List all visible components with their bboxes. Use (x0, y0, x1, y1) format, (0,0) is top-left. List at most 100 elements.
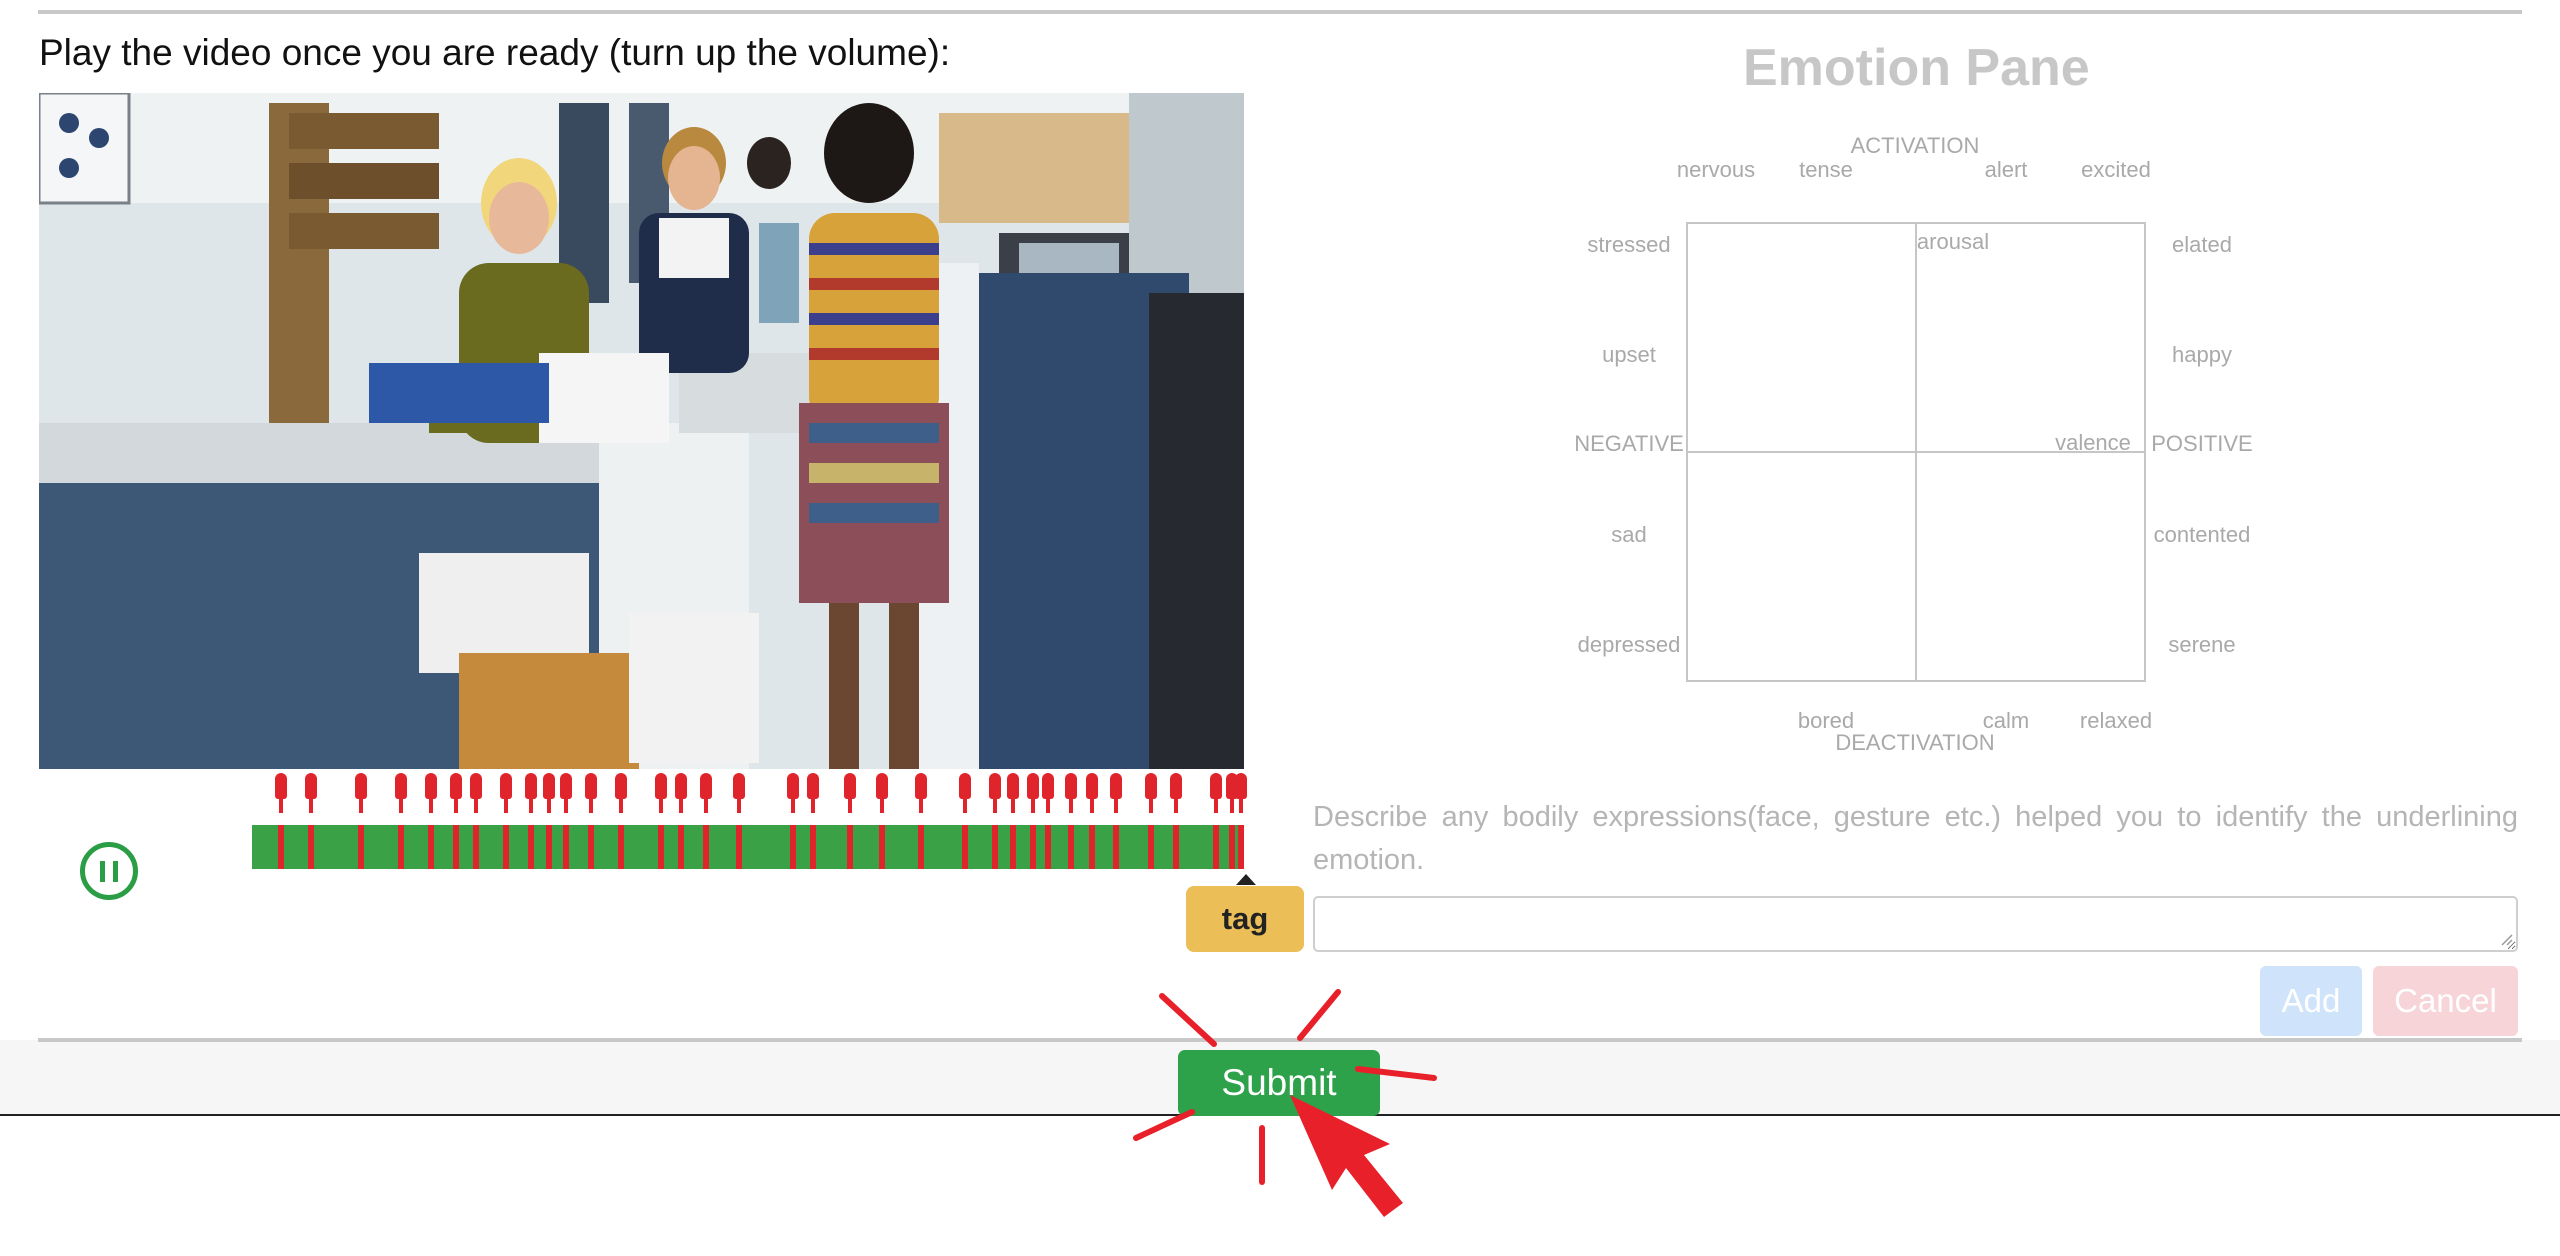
tag-marker[interactable] (1226, 773, 1238, 869)
tag-marker-tip (504, 799, 508, 813)
tag-marker-tip (811, 799, 815, 813)
emotion-bored[interactable]: bored (1798, 708, 1854, 734)
tag-marker-stem (992, 825, 998, 869)
tag-marker[interactable] (1210, 773, 1222, 869)
tag-marker-stem (810, 825, 816, 869)
tag-marker-pin (525, 773, 537, 799)
tag-marker[interactable] (500, 773, 512, 869)
axis-label-positive: POSITIVE (2151, 431, 2253, 456)
tag-marker-tip (619, 799, 623, 813)
tag-marker-pin (807, 773, 819, 799)
tag-marker-tip (1114, 799, 1118, 813)
emotion-stressed[interactable]: stressed (1587, 232, 1670, 258)
instruction-text: Play the video once you are ready (turn … (39, 32, 951, 73)
tag-marker-pin (1210, 773, 1222, 799)
tag-marker[interactable] (844, 773, 856, 869)
tag-marker-stem (1148, 825, 1154, 869)
tag-marker[interactable] (560, 773, 572, 869)
tag-marker-pin (700, 773, 712, 799)
tag-marker-stem (658, 825, 664, 869)
tag-marker-stem (546, 825, 552, 869)
tag-marker[interactable] (450, 773, 462, 869)
video-player[interactable] (39, 93, 1244, 769)
tag-marker-tip (1239, 799, 1243, 813)
tag-marker[interactable] (470, 773, 482, 869)
cancel-button[interactable]: Cancel (2373, 966, 2518, 1036)
burst-ray (1159, 993, 1217, 1047)
tag-marker-pin (1007, 773, 1019, 799)
tag-marker[interactable] (1027, 773, 1039, 869)
tag-marker-tip (963, 799, 967, 813)
tag-marker-tip (1031, 799, 1035, 813)
tag-marker-stem (1089, 825, 1095, 869)
tag-marker[interactable] (1042, 773, 1054, 869)
tag-marker-pin (560, 773, 572, 799)
tag-marker[interactable] (1145, 773, 1157, 869)
tag-marker-pin (1027, 773, 1039, 799)
add-button[interactable]: Add (2260, 966, 2362, 1036)
emotion-elated[interactable]: elated (2172, 232, 2232, 258)
emotion-relaxed[interactable]: relaxed (2080, 708, 2152, 734)
pause-bar-right (113, 861, 118, 882)
tag-marker-stem (428, 825, 434, 869)
tag-marker-pin (425, 773, 437, 799)
tag-marker[interactable] (1065, 773, 1077, 869)
emotion-serene[interactable]: serene (2168, 632, 2235, 658)
tag-marker[interactable] (543, 773, 555, 869)
tag-marker[interactable] (275, 773, 287, 869)
tag-marker[interactable] (1110, 773, 1122, 869)
tag-marker[interactable] (305, 773, 317, 869)
tag-marker[interactable] (525, 773, 537, 869)
tag-marker-tip (1046, 799, 1050, 813)
emotion-sad[interactable]: sad (1611, 522, 1646, 548)
tag-marker[interactable] (989, 773, 1001, 869)
axis-label-arousal: arousal (1916, 229, 1990, 254)
tag-marker[interactable] (655, 773, 667, 869)
emotion-calm[interactable]: calm (1983, 708, 2029, 734)
emotion-nervous[interactable]: nervous (1677, 157, 1755, 183)
tag-marker[interactable] (915, 773, 927, 869)
tag-marker[interactable] (395, 773, 407, 869)
tag-marker[interactable] (355, 773, 367, 869)
tag-marker-pin (355, 773, 367, 799)
tag-marker[interactable] (615, 773, 627, 869)
tag-marker-tip (589, 799, 593, 813)
description-prompt: Describe any bodily expressions(face, ge… (1313, 801, 2518, 876)
emotion-alert[interactable]: alert (1985, 157, 2028, 183)
resize-handle-icon[interactable] (2501, 934, 2513, 946)
tag-button[interactable]: tag (1186, 886, 1304, 952)
tag-marker[interactable] (425, 773, 437, 869)
tag-marker-tip (1230, 799, 1234, 813)
tag-marker[interactable] (807, 773, 819, 869)
description-textarea[interactable] (1313, 896, 2518, 952)
emotion-pane-title: Emotion Pane (1743, 39, 2090, 97)
tag-marker[interactable] (1007, 773, 1019, 869)
emotion-upset[interactable]: upset (1602, 342, 1656, 368)
tag-marker-pin (844, 773, 856, 799)
burst-ray (1355, 1066, 1437, 1081)
tag-marker[interactable] (1170, 773, 1182, 869)
tag-marker-stem (736, 825, 742, 869)
tag-marker-tip (359, 799, 363, 813)
tag-marker[interactable] (876, 773, 888, 869)
tag-markers (252, 773, 1247, 869)
emotion-tense[interactable]: tense (1799, 157, 1853, 183)
tag-marker[interactable] (787, 773, 799, 869)
tag-marker-stem (453, 825, 459, 869)
burst-ray (1297, 989, 1341, 1041)
tag-marker[interactable] (585, 773, 597, 869)
tag-marker[interactable] (959, 773, 971, 869)
tag-marker[interactable] (1086, 773, 1098, 869)
emotion-depressed[interactable]: depressed (1578, 632, 1681, 658)
tag-marker-stem (1030, 825, 1036, 869)
emotion-happy[interactable]: happy (2172, 342, 2232, 368)
emotion-contented[interactable]: contented (2154, 522, 2251, 548)
tag-marker[interactable] (675, 773, 687, 869)
tag-marker[interactable] (700, 773, 712, 869)
tag-marker-pin (655, 773, 667, 799)
tag-marker-stem (1173, 825, 1179, 869)
tag-marker[interactable] (733, 773, 745, 869)
pause-circle-icon[interactable] (80, 842, 138, 900)
tag-marker-pin (876, 773, 888, 799)
emotion-excited[interactable]: excited (2081, 157, 2151, 183)
